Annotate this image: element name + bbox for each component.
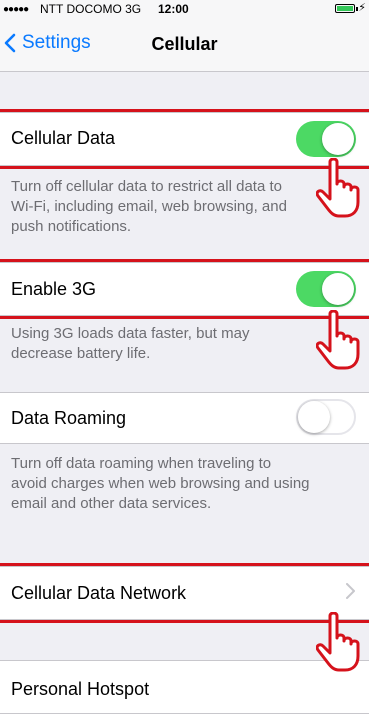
chevron-right-icon [346, 583, 355, 599]
pointing-hand-icon [316, 158, 360, 218]
data-roaming-row[interactable]: Data Roaming [0, 392, 369, 444]
navigation-bar: Settings Cellular [0, 20, 369, 72]
toggle-knob [322, 123, 354, 155]
pointing-hand-icon [316, 310, 360, 370]
data-roaming-footer: Turn off data roaming when traveling to … [11, 455, 310, 512]
bolt-icon: ⚡ [358, 2, 366, 14]
cellular-data-footer: Turn off cellular data to restrict all d… [11, 178, 287, 235]
highlight-frame-bottom [0, 620, 369, 623]
personal-hotspot-label: Personal Hotspot [11, 679, 150, 699]
enable-3g-label: Enable 3G [11, 279, 97, 299]
toggle-knob [298, 401, 330, 433]
clock: 12:00 [158, 2, 189, 16]
cellular-data-network-label: Cellular Data Network [11, 583, 187, 603]
carrier-label: NTT DOCOMO 3G [40, 2, 142, 16]
highlight-frame-bottom [0, 166, 369, 169]
pointing-hand-icon [316, 612, 360, 672]
cellular-data-row[interactable]: Cellular Data [0, 112, 369, 166]
page-title: Cellular [151, 34, 218, 54]
data-roaming-toggle[interactable] [296, 399, 356, 435]
personal-hotspot-row[interactable]: Personal Hotspot [0, 660, 369, 714]
data-roaming-label: Data Roaming [11, 408, 127, 428]
status-bar: ●●●●● NTT DOCOMO 3G 12:00 ⚡ [0, 0, 369, 20]
toggle-knob [322, 273, 354, 305]
highlight-frame-bottom [0, 316, 369, 319]
cellular-data-network-row[interactable]: Cellular Data Network [0, 566, 369, 620]
battery-icon [335, 4, 358, 13]
enable-3g-row[interactable]: Enable 3G [0, 262, 369, 316]
enable-3g-toggle[interactable] [296, 271, 356, 307]
cellular-data-label: Cellular Data [11, 128, 116, 148]
signal-strength-icon: ●●●●● [3, 4, 29, 15]
enable-3g-footer: Using 3G loads data faster, but may decr… [11, 325, 250, 362]
cellular-data-toggle[interactable] [296, 121, 356, 157]
